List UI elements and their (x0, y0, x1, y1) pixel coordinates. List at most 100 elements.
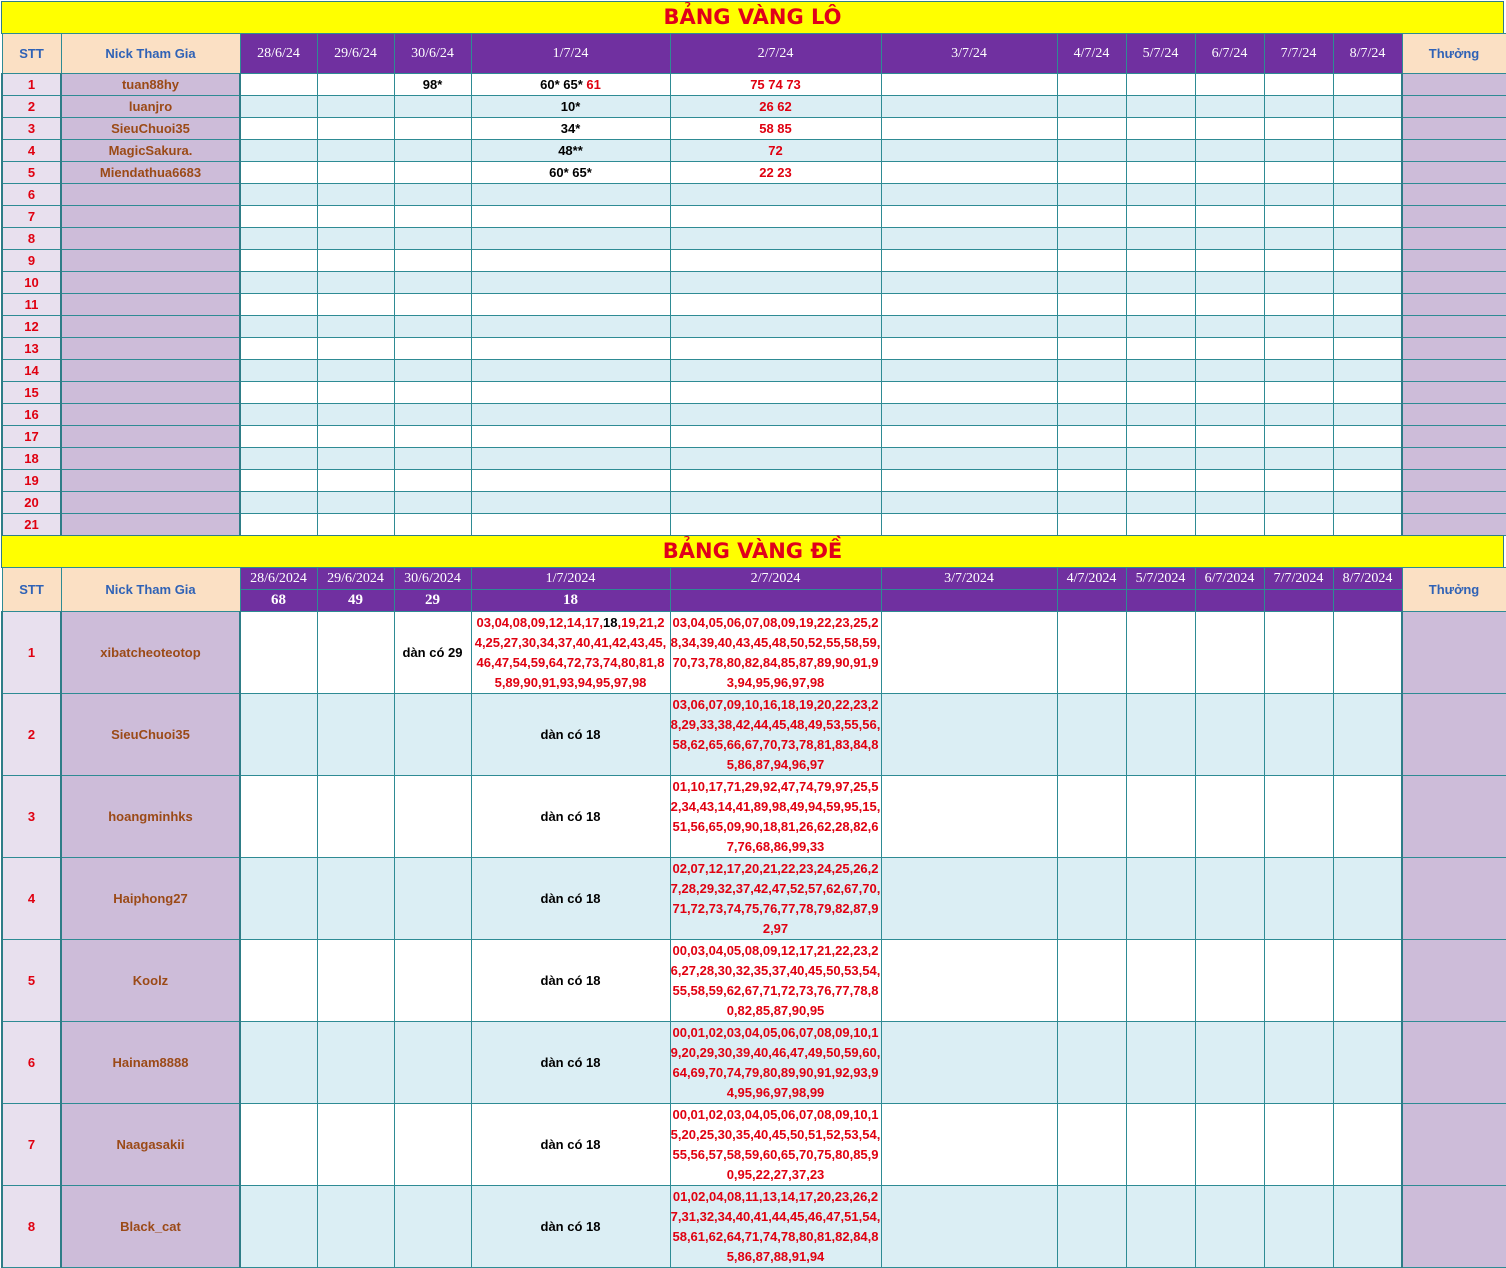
pick-cell (239, 611, 318, 694)
pick-cell (1125, 205, 1196, 228)
pick-cell (1056, 249, 1127, 272)
pick-cell (316, 117, 395, 140)
row-number: 7 (1, 205, 62, 228)
pick-cell (1056, 1185, 1127, 1268)
pick-value: dàn có 18 (540, 890, 601, 906)
pick-cell (239, 183, 318, 206)
bonus-cell (1401, 117, 1506, 140)
pick-cell (239, 693, 318, 776)
pick-cell (1125, 249, 1196, 272)
pick-cell (1332, 775, 1403, 858)
player-nick: Black_cat (60, 1185, 241, 1268)
row-number: 8 (1, 1185, 62, 1268)
pick-cell (880, 513, 1058, 536)
pick-cell (1263, 227, 1334, 250)
pick-cell (1194, 227, 1265, 250)
pick-value: 34* (560, 120, 581, 136)
pick-cell (1125, 491, 1196, 514)
pick-cell (316, 293, 395, 316)
header-stt: STT (1, 33, 62, 74)
player-nick (60, 293, 241, 316)
pick-cell (239, 513, 318, 536)
pick-cell (1125, 403, 1196, 426)
pick-cell (1332, 381, 1403, 404)
pick-cell (316, 359, 395, 382)
pick-cell (316, 205, 395, 228)
pick-cell (880, 73, 1058, 96)
pick-cell (1125, 1021, 1196, 1104)
pick-cell (880, 117, 1058, 140)
pick-cell: 60* 65* (470, 161, 671, 184)
header-date: 29/6/24 (316, 33, 395, 74)
table-row: 1 tuan88hy 98* 60* 65* 61 75 74 73 (1, 73, 1506, 96)
result-value (1056, 589, 1127, 612)
pick-cell (1056, 271, 1127, 294)
bonus-cell (1401, 359, 1506, 382)
pick-cell (1056, 359, 1127, 382)
pick-cell (1056, 775, 1127, 858)
pick-value: 72 (768, 142, 783, 158)
pick-cell (1332, 611, 1403, 694)
pick-cell (1263, 271, 1334, 294)
row-number: 14 (1, 359, 62, 382)
pick-cell (1332, 95, 1403, 118)
pick-cell (239, 469, 318, 492)
pick-cell (1194, 205, 1265, 228)
pick-cell (316, 403, 395, 426)
pick-cell: 26 62 (669, 95, 882, 118)
bonus-cell (1401, 249, 1506, 272)
pick-cell (1125, 513, 1196, 536)
result-value: 68 (239, 589, 318, 612)
table-row: 4 MagicSakura. 48** 72 (1, 139, 1506, 162)
pick-cell (1194, 1021, 1265, 1104)
pick-cell (1263, 205, 1334, 228)
pick-cell (1056, 205, 1127, 228)
pick-cell (880, 95, 1058, 118)
bonus-cell (1401, 611, 1506, 694)
pick-cell (1332, 161, 1403, 184)
bonus-cell (1401, 183, 1506, 206)
pick-cell (239, 139, 318, 162)
number-set: 03,06,07,09,10,16,18,19,20,22,23,28,29,3… (670, 696, 881, 772)
pick-cell (1332, 513, 1403, 536)
pick-cell (316, 491, 395, 514)
table-row: 5 Koolz dàn có 18 00,03,04,05,08,09,12,17,2… (1, 939, 1506, 1022)
pick-cell: dàn có 18 (470, 1021, 671, 1104)
pick-cell (316, 1185, 395, 1268)
header-stt: STT (1, 567, 62, 612)
player-nick: Naagasakii (60, 1103, 241, 1186)
pick-cell (880, 447, 1058, 470)
pick-cell (880, 293, 1058, 316)
pick-cell (1263, 161, 1334, 184)
header-date: 8/7/2024 (1332, 567, 1403, 590)
pick-cell (393, 491, 472, 514)
row-number: 2 (1, 693, 62, 776)
pick-cell (1332, 117, 1403, 140)
pick-cell (393, 205, 472, 228)
bonus-cell (1401, 139, 1506, 162)
pick-cell (1125, 693, 1196, 776)
pick-cell (1332, 315, 1403, 338)
table-row: 3 hoangminhks dàn có 18 01,10,17,71,29,92,4… (1, 775, 1506, 858)
pick-value: dàn có 18 (540, 1054, 601, 1070)
pick-cell: dàn có 18 (470, 693, 671, 776)
result-value (1332, 589, 1403, 612)
pick-cell (393, 359, 472, 382)
header-date: 4/7/2024 (1056, 567, 1127, 590)
pick-cell (393, 403, 472, 426)
pick-cell (239, 117, 318, 140)
pick-cell (1263, 293, 1334, 316)
pick-cell (1194, 183, 1265, 206)
pick-cell (393, 139, 472, 162)
pick-cell (470, 249, 671, 272)
pick-cell (316, 447, 395, 470)
player-nick (60, 271, 241, 294)
pick-cell (470, 271, 671, 294)
pick-cell (1194, 491, 1265, 514)
pick-cell (880, 183, 1058, 206)
pick-cell (1263, 139, 1334, 162)
bonus-cell (1401, 1021, 1506, 1104)
table-row: 2 luanjro 10* 26 62 (1, 95, 1506, 118)
pick-cell: 34* (470, 117, 671, 140)
pick-cell (880, 139, 1058, 162)
